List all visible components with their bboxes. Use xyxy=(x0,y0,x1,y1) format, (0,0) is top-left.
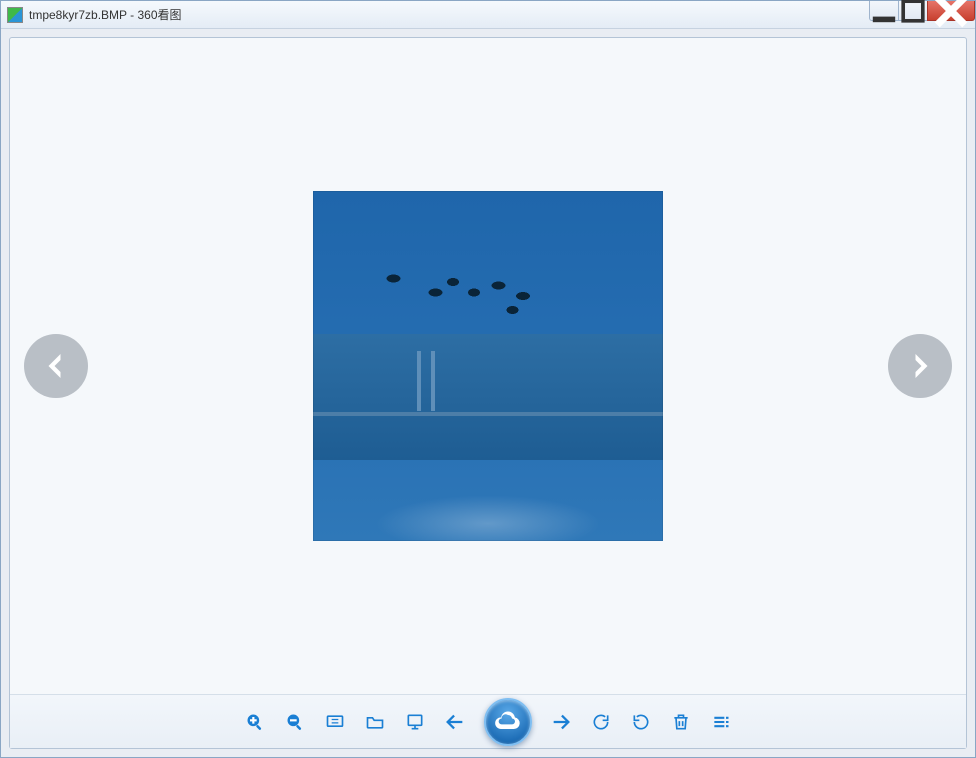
slideshow-button[interactable] xyxy=(404,711,426,733)
arrow-left-icon xyxy=(444,708,466,736)
more-icon xyxy=(711,712,731,732)
close-button[interactable] xyxy=(927,1,975,21)
delete-button[interactable] xyxy=(670,711,692,733)
prev-image-button[interactable] xyxy=(24,334,88,398)
title-appname: 360看图 xyxy=(138,8,182,22)
arrow-left-icon xyxy=(38,348,74,384)
slideshow-icon xyxy=(405,712,425,732)
minimize-button[interactable] xyxy=(869,1,899,21)
zoom-out-button[interactable] xyxy=(284,711,306,733)
window-title: tmpe8kyr7zb.BMP - 360看图 xyxy=(29,6,182,23)
maximize-button[interactable] xyxy=(898,1,928,21)
zoom-out-icon xyxy=(285,712,305,732)
more-button[interactable] xyxy=(710,711,732,733)
arrow-right-icon xyxy=(902,348,938,384)
viewer-frame xyxy=(9,37,967,749)
title-separator: - xyxy=(127,8,138,22)
fit-screen-button[interactable] xyxy=(324,711,346,733)
title-filename: tmpe8kyr7zb.BMP xyxy=(29,8,127,22)
trash-icon xyxy=(671,712,691,732)
app-window: tmpe8kyr7zb.BMP - 360看图 xyxy=(0,0,976,758)
minimize-icon xyxy=(870,0,898,25)
displayed-image xyxy=(313,191,663,541)
image-canvas[interactable] xyxy=(10,38,966,694)
maximize-icon xyxy=(899,0,927,25)
rotate-cw-button[interactable] xyxy=(590,711,612,733)
cloud-icon xyxy=(494,708,522,736)
bottom-toolbar xyxy=(10,694,966,748)
close-icon xyxy=(928,0,974,34)
cloud-button[interactable] xyxy=(484,698,532,746)
rotate-ccw-button[interactable] xyxy=(630,711,652,733)
folder-open-icon xyxy=(365,712,385,732)
open-folder-button[interactable] xyxy=(364,711,386,733)
toolbar-prev-button[interactable] xyxy=(444,711,466,733)
zoom-in-icon xyxy=(245,712,265,732)
rotate-ccw-icon xyxy=(631,712,651,732)
app-icon xyxy=(7,7,23,23)
zoom-in-button[interactable] xyxy=(244,711,266,733)
next-image-button[interactable] xyxy=(888,334,952,398)
titlebar: tmpe8kyr7zb.BMP - 360看图 xyxy=(1,1,975,29)
window-controls xyxy=(870,1,975,21)
arrow-right-icon xyxy=(550,708,572,736)
toolbar-next-button[interactable] xyxy=(550,711,572,733)
rotate-cw-icon xyxy=(591,712,611,732)
fit-screen-icon xyxy=(325,712,345,732)
